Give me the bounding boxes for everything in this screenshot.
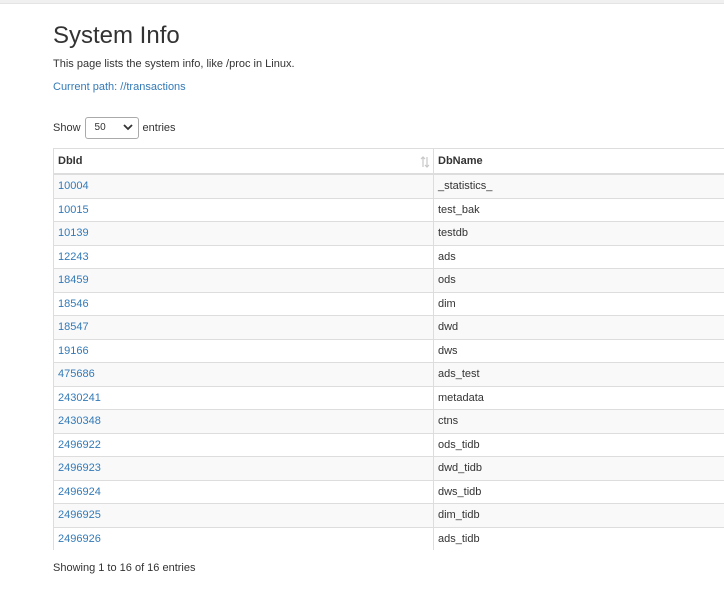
dbid-cell: 2496923 <box>53 456 434 481</box>
dbid-link[interactable]: 2496926 <box>58 533 101 545</box>
dbid-cell: 19166 <box>53 338 434 363</box>
table-row: 2496923 dwd_tidb <box>53 456 724 481</box>
dbname-cell: ods_tidb <box>433 432 724 457</box>
current-path-link[interactable]: Current path: //transactions <box>53 80 186 94</box>
dbname-cell: _statistics_ <box>433 173 724 199</box>
dbid-cell: 2496924 <box>53 479 434 504</box>
dbid-link[interactable]: 18546 <box>58 298 89 310</box>
dbname-cell: dws_tidb <box>433 479 724 504</box>
dbname-cell: dwd <box>433 315 724 340</box>
dbid-cell: 2430348 <box>53 409 434 434</box>
dbid-cell: 2496926 <box>53 526 434 550</box>
dbid-link[interactable]: 10139 <box>58 227 89 239</box>
dbname-cell: dws <box>433 338 724 363</box>
dbid-cell: 2496922 <box>53 432 434 457</box>
show-label: Show <box>53 122 81 134</box>
column-header-dbid-label: DbId <box>58 155 83 167</box>
dbname-cell: ads_test <box>433 362 724 387</box>
dbid-cell: 10139 <box>53 221 434 246</box>
table-row: 18459 ods <box>53 268 724 293</box>
page-title: System Info <box>53 22 180 49</box>
table-info: Showing 1 to 16 of 16 entries <box>53 562 196 574</box>
table-row: 18547 dwd <box>53 315 724 340</box>
chevron-down-icon <box>122 124 133 131</box>
table-row: 2430348 ctns <box>53 409 724 434</box>
table-wrapper: DbId DbName 10004 _statistics_ 10015 test_… <box>53 148 724 550</box>
column-header-dbid[interactable]: DbId <box>53 148 434 175</box>
dbname-cell: test_bak <box>433 197 724 222</box>
dbname-cell: dim_tidb <box>433 503 724 528</box>
table-row: 2430241 metadata <box>53 385 724 410</box>
dbid-cell: 18546 <box>53 291 434 316</box>
table-row: 10139 testdb <box>53 221 724 246</box>
dbid-link[interactable]: 10004 <box>58 180 89 192</box>
top-bar <box>0 0 724 4</box>
dbid-link[interactable]: 2496923 <box>58 462 101 474</box>
dbname-cell: ctns <box>433 409 724 434</box>
dbid-link[interactable]: 2496922 <box>58 439 101 451</box>
dbid-link[interactable]: 18459 <box>58 274 89 286</box>
entries-per-page-select[interactable]: 50 <box>84 117 139 139</box>
dbid-cell: 2430241 <box>53 385 434 410</box>
dbid-link[interactable]: 2496924 <box>58 486 101 498</box>
table-row: 18546 dim <box>53 291 724 316</box>
table-row: 12243 ads <box>53 244 724 269</box>
dbid-link[interactable]: 18547 <box>58 321 89 333</box>
table-row: 2496926 ads_tidb <box>53 526 724 550</box>
dbname-cell: ads <box>433 244 724 269</box>
table-row: 2496925 dim_tidb <box>53 503 724 528</box>
table-row: 475686 ads_test <box>53 362 724 387</box>
dbid-link[interactable]: 12243 <box>58 251 89 263</box>
dbid-cell: 2496925 <box>53 503 434 528</box>
dbid-cell: 10015 <box>53 197 434 222</box>
table-header-row: DbId DbName <box>53 148 724 175</box>
dbname-cell: dim <box>433 291 724 316</box>
table-row: 10004 _statistics_ <box>53 173 724 199</box>
dbid-cell: 475686 <box>53 362 434 387</box>
dbid-cell: 10004 <box>53 173 434 199</box>
dbname-cell: metadata <box>433 385 724 410</box>
dbname-cell: ads_tidb <box>433 526 724 550</box>
table-row: 19166 dws <box>53 338 724 363</box>
dbid-link[interactable]: 10015 <box>58 204 89 216</box>
page-description: This page lists the system info, like /p… <box>53 58 295 70</box>
dbid-link[interactable]: 2430241 <box>58 392 101 404</box>
table-row: 2496924 dws_tidb <box>53 479 724 504</box>
system-info-table: DbId DbName 10004 _statistics_ 10015 test_… <box>53 148 724 550</box>
entries-label: entries <box>142 122 176 134</box>
dbid-link[interactable]: 475686 <box>58 368 95 380</box>
entries-length-control: Show 50 entries <box>53 116 176 140</box>
table-row: 10015 test_bak <box>53 197 724 222</box>
dbid-cell: 18459 <box>53 268 434 293</box>
dbname-cell: testdb <box>433 221 724 246</box>
dbid-cell: 12243 <box>53 244 434 269</box>
dbid-link[interactable]: 19166 <box>58 345 89 357</box>
table-row: 2496922 ods_tidb <box>53 432 724 457</box>
sort-both-icon <box>420 156 430 168</box>
dbid-link[interactable]: 2430348 <box>58 415 101 427</box>
entries-per-page-value: 50 <box>94 122 106 133</box>
column-header-dbname[interactable]: DbName <box>433 148 724 175</box>
dbid-link[interactable]: 2496925 <box>58 509 101 521</box>
dbid-cell: 18547 <box>53 315 434 340</box>
dbname-cell: dwd_tidb <box>433 456 724 481</box>
table-body: 10004 _statistics_ 10015 test_bak 10139 tes… <box>53 173 724 550</box>
dbname-cell: ods <box>433 268 724 293</box>
